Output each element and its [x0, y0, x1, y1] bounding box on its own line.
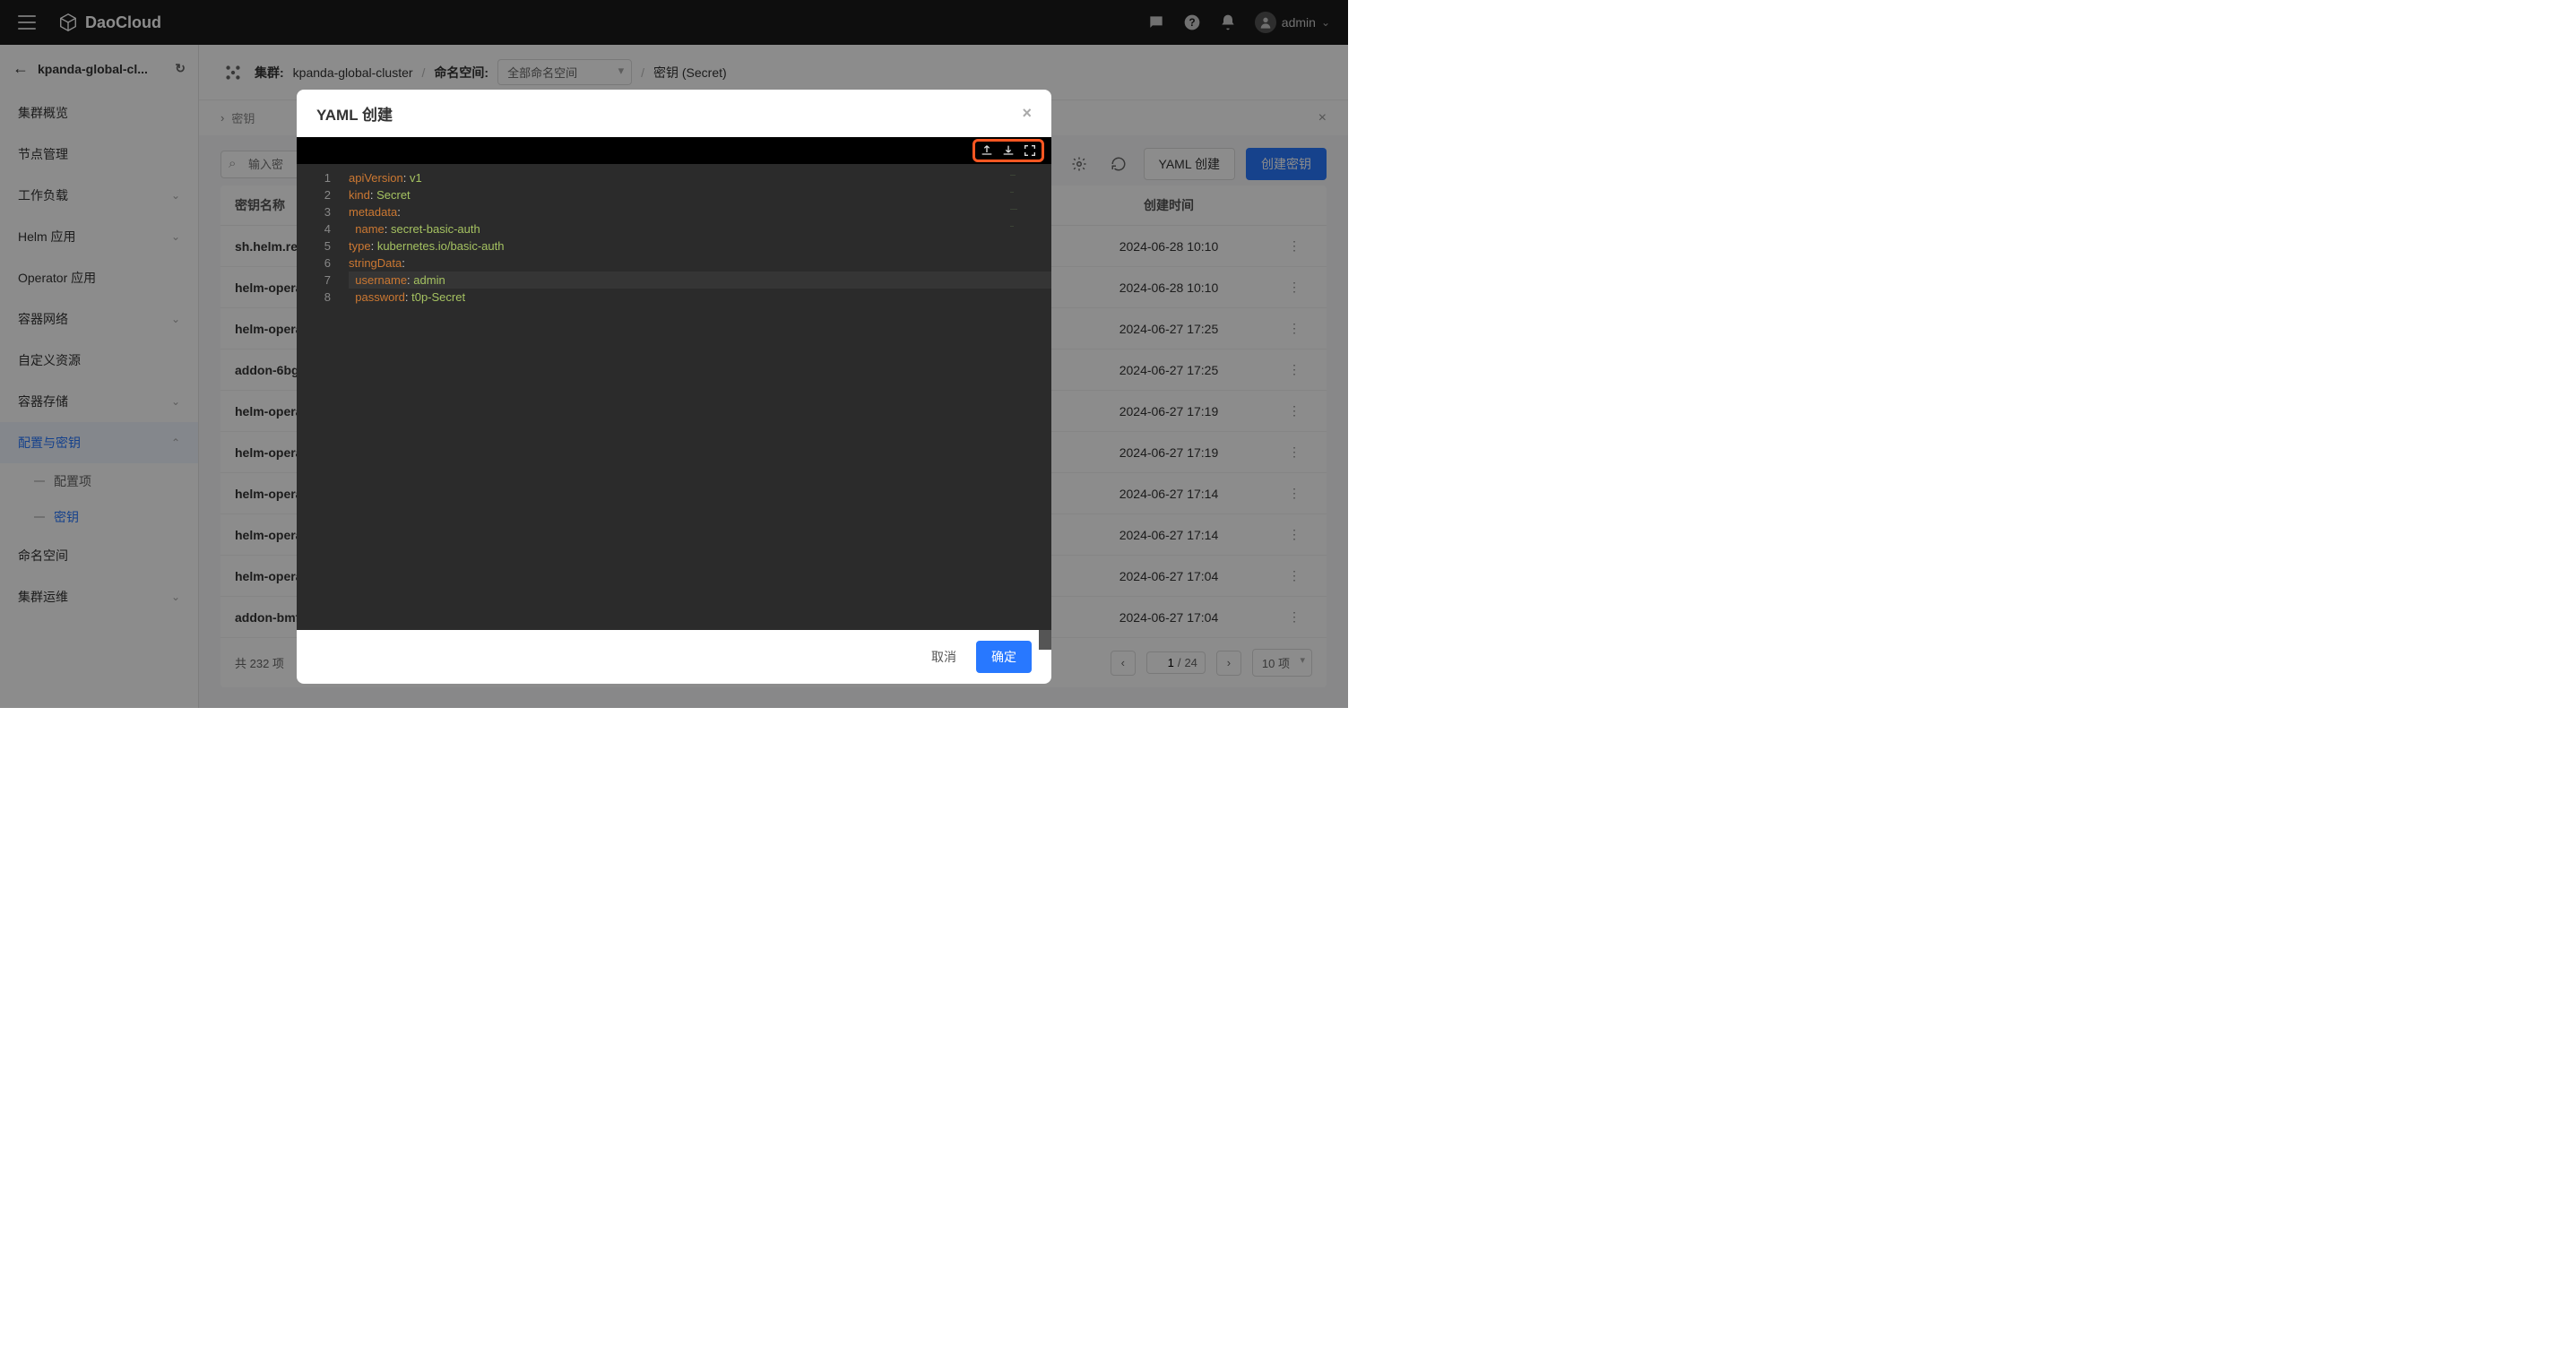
line-gutter: 12345678 — [297, 164, 340, 306]
editor-toolbar-highlight — [972, 139, 1044, 162]
modal-title: YAML 创建 — [316, 102, 393, 125]
confirm-button[interactable]: 确定 — [976, 641, 1032, 673]
yaml-editor[interactable]: 12345678 apiVersion: v1kind: Secretmetad… — [297, 137, 1051, 630]
code-area[interactable]: apiVersion: v1kind: Secretmetadata: name… — [297, 164, 1051, 306]
modal-overlay[interactable]: YAML 创建 × 12345678 apiVersion: v1kind: S… — [0, 0, 1348, 708]
upload-icon[interactable] — [979, 142, 995, 159]
modal-close-icon[interactable]: × — [1022, 104, 1032, 123]
download-icon[interactable] — [1000, 142, 1016, 159]
fullscreen-icon[interactable] — [1022, 142, 1038, 159]
yaml-create-modal: YAML 创建 × 12345678 apiVersion: v1kind: S… — [297, 90, 1051, 684]
cancel-button[interactable]: 取消 — [924, 641, 964, 673]
minimap[interactable]: ▬▬▬▬▬▬▬▬▬▬▬ — [1010, 168, 1046, 203]
editor-scrollbar[interactable] — [1039, 630, 1051, 650]
